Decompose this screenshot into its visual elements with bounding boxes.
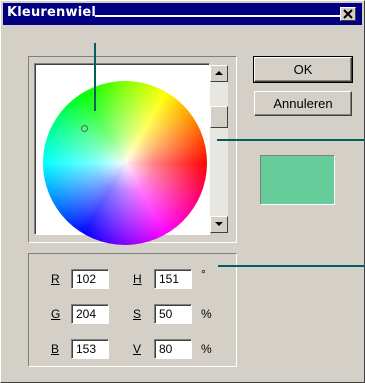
close-icon xyxy=(343,9,353,19)
cancel-button[interactable]: Annuleren xyxy=(254,91,352,116)
input-b[interactable]: 153 xyxy=(71,339,109,359)
input-g[interactable]: 204 xyxy=(71,304,109,324)
input-s[interactable]: 50 xyxy=(154,304,192,324)
scroll-down-button[interactable] xyxy=(210,216,228,233)
close-button[interactable] xyxy=(340,7,356,21)
label-b: B xyxy=(51,342,60,356)
color-wheel[interactable] xyxy=(43,81,207,245)
input-r[interactable]: 102 xyxy=(71,269,109,289)
color-wheel-dialog: Kleurenwiel OK Annuleren R 102 G 204 B 1… xyxy=(0,0,365,383)
unit-h: ° xyxy=(201,267,206,281)
label-h: H xyxy=(133,272,142,286)
title-bar[interactable]: Kleurenwiel xyxy=(3,3,362,25)
wheel-selection-marker[interactable] xyxy=(81,125,88,132)
callout-line-scrollbar xyxy=(217,139,365,141)
ok-button[interactable]: OK xyxy=(253,56,353,83)
label-v: V xyxy=(133,342,142,356)
title-callout-line xyxy=(95,15,341,17)
scroll-up-button[interactable] xyxy=(210,65,228,82)
callout-line-values xyxy=(218,265,365,267)
label-s: S xyxy=(133,307,142,321)
arrow-down-icon xyxy=(215,222,223,226)
color-preview-swatch xyxy=(260,155,335,205)
callout-line-wheel xyxy=(94,43,96,111)
arrow-up-icon xyxy=(215,71,223,75)
brightness-scrollbar[interactable] xyxy=(210,65,228,233)
unit-v: % xyxy=(201,342,212,356)
input-h[interactable]: 151 xyxy=(154,269,192,289)
input-v[interactable]: 80 xyxy=(154,339,192,359)
label-r: R xyxy=(51,272,60,286)
scroll-thumb[interactable] xyxy=(210,106,228,128)
label-g: G xyxy=(51,307,61,321)
unit-s: % xyxy=(201,307,212,321)
window-title: Kleurenwiel xyxy=(7,5,97,20)
